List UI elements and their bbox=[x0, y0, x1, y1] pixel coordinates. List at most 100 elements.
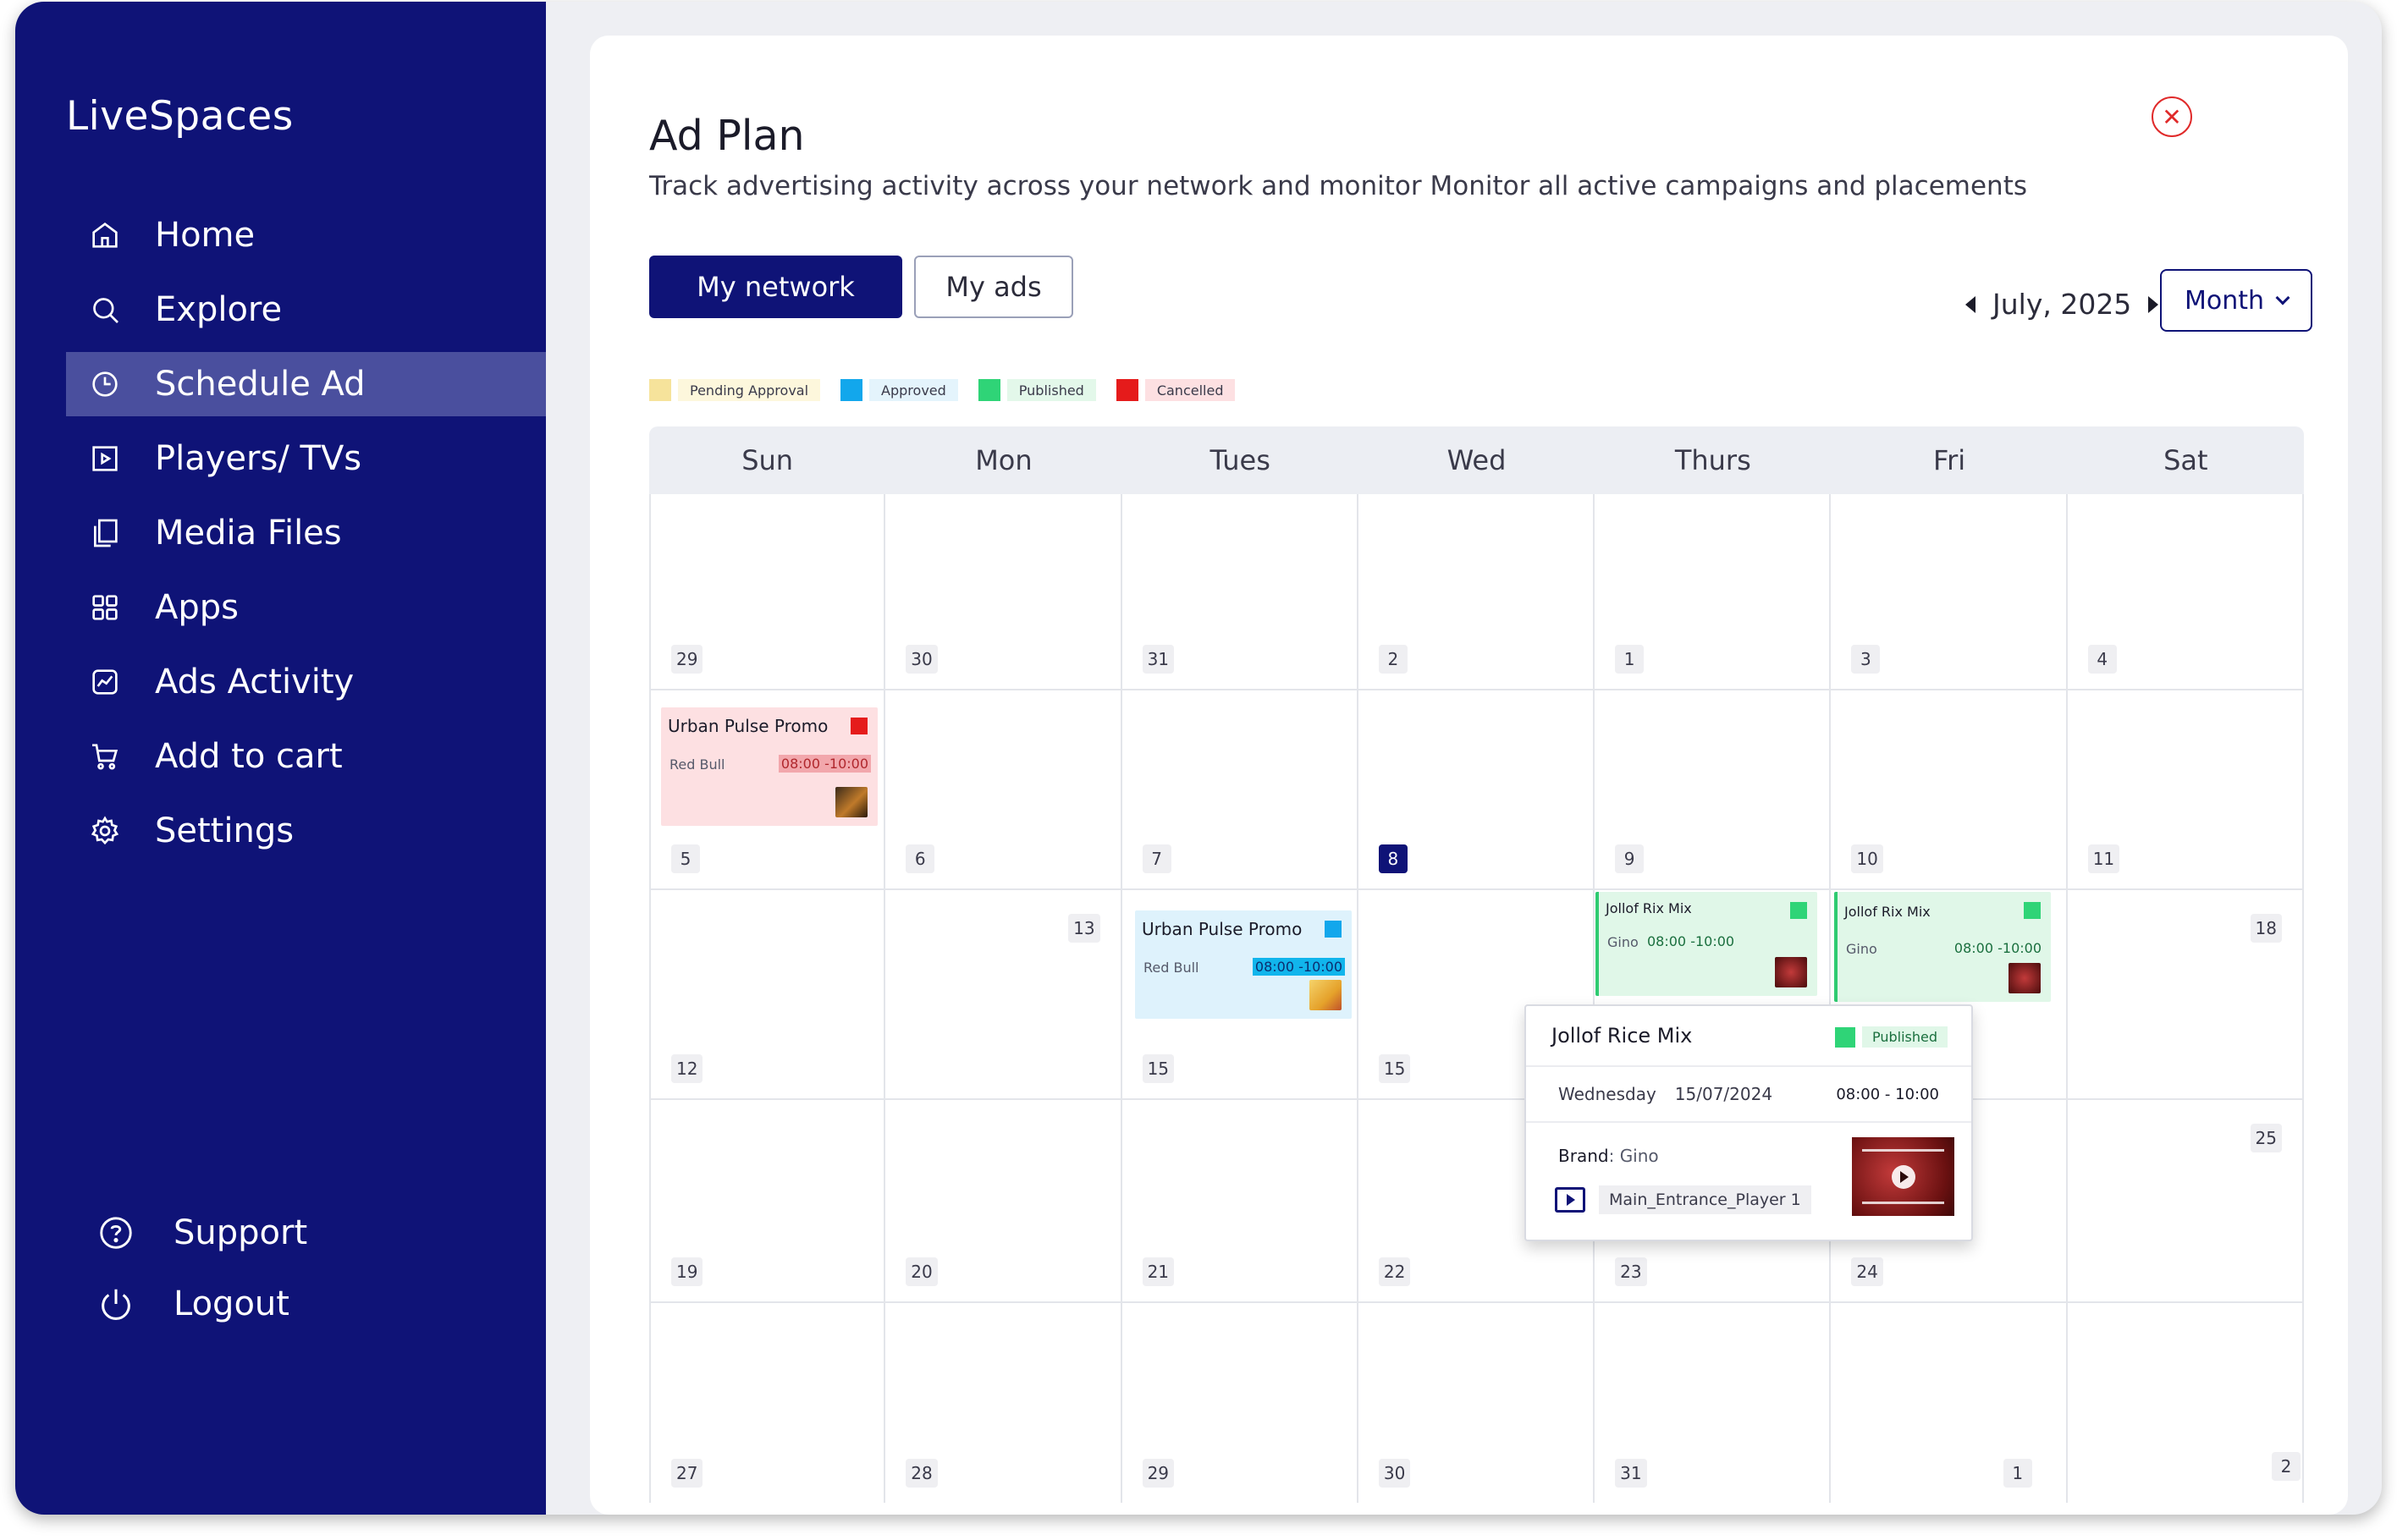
sidebar-item-add-to-cart[interactable]: Add to cart bbox=[66, 724, 546, 789]
sidebar-item-support[interactable]: Support bbox=[95, 1203, 307, 1262]
my-network-button[interactable]: My network bbox=[649, 256, 902, 318]
day-cell[interactable]: 27 bbox=[649, 1303, 886, 1503]
status-legend: Pending Approval Approved Published Canc… bbox=[649, 378, 1255, 402]
media-thumbnail bbox=[835, 787, 868, 817]
day-number: 21 bbox=[1142, 1257, 1175, 1286]
day-cell[interactable]: 4 bbox=[2068, 494, 2304, 689]
day-number: 30 bbox=[1378, 1459, 1411, 1488]
weekday-sat: Sat bbox=[2163, 444, 2208, 476]
day-cell[interactable]: 2 bbox=[2068, 1303, 2304, 1503]
day-cell[interactable]: 12 bbox=[649, 890, 886, 1098]
files-icon bbox=[86, 514, 124, 552]
popover-day: Wednesday bbox=[1558, 1084, 1656, 1104]
legend-label: Cancelled bbox=[1144, 379, 1236, 401]
ad-event-card[interactable]: Urban Pulse Promo Red Bull 08:00 -10:00 bbox=[661, 707, 878, 826]
ad-plan-panel: Ad Plan Track advertising activity acros… bbox=[590, 36, 2348, 1515]
day-number: 11 bbox=[2087, 844, 2120, 873]
preview-line bbox=[1862, 1202, 1944, 1204]
day-cell[interactable]: 21 bbox=[1122, 1100, 1358, 1301]
calendar-week: 5 6 7 8 9 10 11 bbox=[649, 690, 2304, 890]
app-logo: LiveSpaces bbox=[66, 93, 294, 140]
day-number: 1 bbox=[2003, 1459, 2032, 1488]
status-square bbox=[1790, 902, 1807, 919]
page-subtitle: Track advertising activity across your n… bbox=[649, 171, 2027, 201]
sidebar-item-explore[interactable]: Explore bbox=[66, 278, 546, 342]
sidebar-item-label: Add to cart bbox=[155, 737, 343, 776]
day-number: 2 bbox=[1378, 645, 1408, 674]
day-number: 23 bbox=[1615, 1257, 1647, 1286]
day-number: 12 bbox=[671, 1054, 703, 1083]
sidebar-item-apps[interactable]: Apps bbox=[66, 575, 546, 640]
popover-player: Main_Entrance_Player 1 bbox=[1555, 1185, 1811, 1214]
day-number: 6 bbox=[906, 844, 935, 873]
day-cell[interactable]: 28 bbox=[885, 1303, 1122, 1503]
day-number: 31 bbox=[1615, 1459, 1647, 1488]
next-month-icon[interactable] bbox=[2148, 295, 2159, 313]
event-time: 08:00 -10:00 bbox=[1953, 940, 2042, 956]
day-cell[interactable]: 8 bbox=[1358, 690, 1595, 888]
day-cell[interactable]: 29 bbox=[1122, 1303, 1358, 1503]
day-number: 13 bbox=[1068, 914, 1100, 943]
status-square bbox=[2024, 902, 2041, 919]
weekday-header: Sun Mon Tues Wed Thurs Fri Sat bbox=[649, 426, 2304, 494]
day-cell[interactable]: 11 bbox=[2068, 690, 2304, 888]
day-cell[interactable]: 10 bbox=[1831, 690, 2068, 888]
media-preview[interactable] bbox=[1852, 1137, 1954, 1216]
day-cell[interactable]: 30 bbox=[885, 494, 1122, 689]
sidebar-bottom-nav: Support Logout bbox=[95, 1203, 307, 1345]
close-button[interactable]: ✕ bbox=[2152, 96, 2192, 137]
view-mode-select[interactable]: Month bbox=[2160, 269, 2312, 332]
prev-month-icon[interactable] bbox=[1965, 295, 1975, 313]
day-cell[interactable]: 20 bbox=[885, 1100, 1122, 1301]
day-cell[interactable]: 2 bbox=[1358, 494, 1595, 689]
sidebar-item-ads-activity[interactable]: Ads Activity bbox=[66, 650, 546, 714]
view-mode-value: Month bbox=[2184, 285, 2265, 316]
sidebar-item-label: Apps bbox=[155, 588, 239, 627]
day-cell[interactable]: 31 bbox=[1595, 1303, 1832, 1503]
day-cell[interactable]: 1 bbox=[1595, 494, 1832, 689]
cart-icon bbox=[86, 738, 124, 775]
sidebar-item-logout[interactable]: Logout bbox=[95, 1274, 307, 1334]
event-title: Jollof Rix Mix bbox=[1606, 900, 1692, 916]
day-number: 5 bbox=[671, 844, 700, 873]
day-cell[interactable]: 1 bbox=[1831, 1303, 2068, 1503]
sidebar-item-settings[interactable]: Settings bbox=[66, 799, 546, 863]
sidebar-item-media-files[interactable]: Media Files bbox=[66, 501, 546, 565]
my-ads-button[interactable]: My ads bbox=[914, 256, 1073, 318]
day-cell[interactable]: 29 bbox=[649, 494, 886, 689]
sidebar-item-schedule-ad[interactable]: Schedule Ad bbox=[66, 352, 546, 416]
day-cell[interactable]: 7 bbox=[1122, 690, 1358, 888]
chart-icon bbox=[86, 663, 124, 701]
day-cell[interactable]: 19 bbox=[649, 1100, 886, 1301]
sidebar-item-players-tvs[interactable]: Players/ TVs bbox=[66, 426, 546, 491]
ad-event-card[interactable]: Jollof Rix Mix Gino 08:00 -10:00 bbox=[1595, 892, 1817, 996]
weekday-thu: Thurs bbox=[1674, 444, 1751, 476]
day-cell[interactable]: 13 bbox=[885, 890, 1122, 1098]
play-icon[interactable] bbox=[1891, 1164, 1915, 1189]
legend-cancelled: Cancelled bbox=[1116, 378, 1236, 402]
status-badge: Published bbox=[1834, 1026, 1948, 1048]
event-brand: Gino bbox=[1607, 934, 1639, 950]
day-number: 18 bbox=[2250, 914, 2282, 943]
day-cell[interactable]: 6 bbox=[885, 690, 1122, 888]
status-square bbox=[1834, 1026, 1855, 1048]
day-cell[interactable]: 18 bbox=[2068, 890, 2304, 1098]
day-number: 10 bbox=[1851, 844, 1883, 873]
day-number: 30 bbox=[906, 645, 938, 674]
day-cell[interactable]: 31 bbox=[1122, 494, 1358, 689]
day-cell[interactable]: 9 bbox=[1595, 690, 1832, 888]
day-number: 28 bbox=[906, 1459, 938, 1488]
day-cell[interactable]: 30 bbox=[1358, 1303, 1595, 1503]
sidebar-item-home[interactable]: Home bbox=[66, 203, 546, 267]
day-cell[interactable]: 3 bbox=[1831, 494, 2068, 689]
day-number: 27 bbox=[671, 1459, 703, 1488]
ad-event-card[interactable]: Jollof Rix Mix Gino 08:00 -10:00 bbox=[1834, 892, 2051, 1002]
day-cell[interactable]: 25 bbox=[2068, 1100, 2304, 1301]
close-icon: ✕ bbox=[2162, 102, 2182, 131]
legend-approved: Approved bbox=[840, 378, 958, 402]
ad-event-card[interactable]: Urban Pulse Promo Red Bull 08:00 -10:00 bbox=[1135, 910, 1352, 1019]
legend-pending-approval: Pending Approval bbox=[649, 378, 821, 402]
calendar-week: 27 28 29 30 31 1 2 bbox=[649, 1303, 2304, 1503]
popover-brand: Brand: Gino bbox=[1558, 1146, 1659, 1166]
day-number: 2 bbox=[2271, 1452, 2301, 1481]
